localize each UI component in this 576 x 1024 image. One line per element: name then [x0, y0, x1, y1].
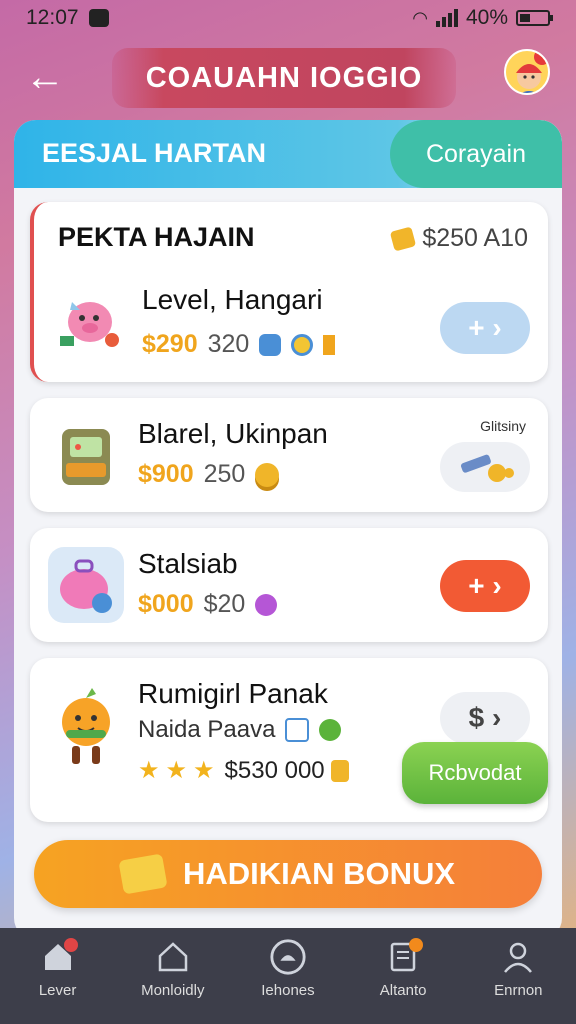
secondary-price: $20 — [203, 590, 246, 618]
gold-price: $000 — [138, 590, 194, 618]
nav-item-iehones[interactable]: Iehones — [238, 938, 338, 999]
coin-stack-icon — [255, 462, 280, 487]
battery-icon — [516, 10, 553, 26]
bonus-button[interactable]: HADIKIAN BONUX — [34, 840, 542, 908]
nav-item-monloidly[interactable]: Monloidly — [123, 938, 223, 999]
wifi-icon: ◠ — [412, 7, 428, 28]
flag-icon — [323, 334, 336, 355]
tools-button[interactable] — [440, 442, 530, 492]
nav-label: Enrnon — [494, 982, 543, 999]
bonus-label: HADIKIAN BONUX — [182, 856, 456, 891]
star-icon: ★ — [138, 757, 160, 784]
circle-icon — [269, 938, 307, 976]
card-price: $250 A10 — [390, 224, 528, 253]
ticket-icon — [118, 853, 168, 895]
secondary-price: 320 — [207, 330, 250, 358]
chart-icon — [285, 718, 310, 742]
item-price: $530 000 — [224, 756, 325, 784]
notification-icon — [88, 9, 109, 27]
star-icon: ★ — [193, 757, 215, 784]
bag-image — [48, 547, 124, 623]
avatar[interactable] — [504, 49, 550, 95]
person-icon — [499, 938, 537, 976]
machine-image — [48, 417, 124, 493]
gold-price: $900 — [138, 460, 194, 488]
app-bar: ← COAUAHN IOGGIO — [0, 44, 576, 108]
nav-label: Iehones — [261, 982, 315, 999]
card-blarel[interactable]: Blarel, Ukinpan $900 250 Glitsiny — [30, 398, 548, 512]
item-name: Stalsiab — [138, 548, 238, 579]
star-icon: ★ — [165, 757, 188, 784]
bottom-nav: Lever Monloidly Iehones Altanto Enrnon — [0, 928, 576, 1024]
card-stalsiab[interactable]: Stalsiab $000 $20 + › — [30, 528, 548, 642]
signal-icon — [435, 9, 458, 27]
panel-header: EESJAL HARTAN Corayain — [14, 120, 562, 188]
status-time: 12:07 — [26, 6, 79, 29]
item-rating: ★ ★ ★ $530 000 — [138, 756, 349, 785]
secondary-price: 250 — [203, 460, 246, 488]
gold-price: $290 — [142, 330, 198, 358]
glitsiny-label: Glitsiny — [480, 418, 526, 434]
orange-character-image — [48, 684, 124, 764]
nav-item-enrnon[interactable]: Enrnon — [468, 938, 568, 999]
main-panel: EESJAL HARTAN Corayain PEKTA HAJAIN $250… — [14, 120, 562, 940]
item-name: Level, Hangari — [142, 284, 323, 315]
item-subtitle: Naida Paava — [138, 716, 342, 744]
nav-item-lever[interactable]: Lever — [8, 938, 108, 999]
gem-icon — [255, 593, 278, 616]
nav-label: Lever — [38, 982, 77, 999]
nav-label: Altanto — [379, 982, 427, 999]
panel-header-label: EESJAL HARTAN — [42, 138, 267, 168]
tab-corayain[interactable]: Corayain — [390, 120, 562, 188]
price-button[interactable]: $ › — [440, 692, 530, 744]
house-outline-icon — [154, 938, 192, 976]
item-subtitle-text: Naida Paava — [138, 716, 276, 743]
add-button[interactable]: + › — [440, 302, 530, 354]
battery-text: 40% — [465, 6, 508, 29]
item-meta: $900 250 — [138, 460, 280, 489]
coin-icon — [291, 333, 314, 356]
leaf-icon — [319, 719, 342, 741]
reward-button[interactable]: Rcbvodat — [402, 742, 548, 804]
jar-icon — [259, 333, 282, 356]
avatar-notification-dot — [534, 51, 548, 65]
page-title: COAUAHN IOGGIO — [112, 48, 456, 108]
card-price-text: $250 A10 — [422, 224, 528, 252]
gold-coin-icon — [390, 225, 417, 252]
back-arrow-icon[interactable]: ← — [22, 54, 68, 100]
nav-label: Monloidly — [141, 982, 205, 999]
item-meta: $290 320 — [142, 330, 336, 359]
tools-icon — [460, 454, 514, 482]
item-name: Blarel, Ukinpan — [138, 418, 328, 449]
card-title: PEKTA HAJAIN — [58, 222, 255, 252]
item-meta: $000 $20 — [138, 590, 278, 619]
card-level-hangari[interactable]: PEKTA HAJAIN $250 A10 Level, Hangari $29… — [30, 202, 548, 382]
item-name: Rumigirl Panak — [138, 678, 328, 709]
status-bar: 12:07 ◠ 40% — [0, 0, 576, 36]
notification-dot — [63, 938, 78, 952]
coin-icon — [330, 759, 349, 782]
nav-item-altanto[interactable]: Altanto — [353, 938, 453, 999]
add-button[interactable]: + › — [440, 560, 530, 612]
pig-character-image — [52, 280, 128, 356]
